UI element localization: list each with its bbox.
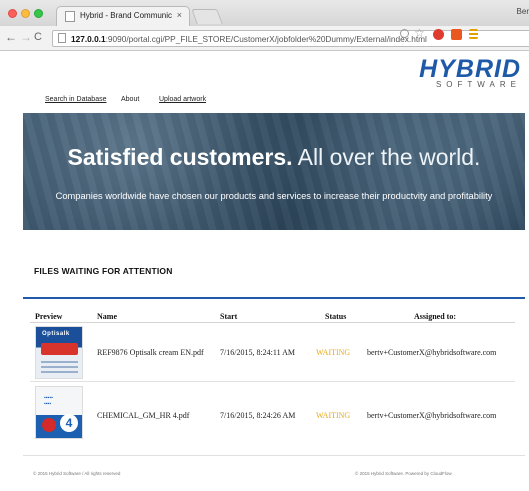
file-preview-thumbnail[interactable]: Optisalk [35, 326, 83, 379]
assigned-email: bertv+CustomerX@hybridsoftware.com [367, 411, 497, 420]
nav-search-database-link[interactable]: Search in Database [45, 96, 106, 103]
file-name-link[interactable]: REF9876 Optisalk cream EN.pdf [97, 348, 204, 357]
page-icon [58, 33, 66, 43]
browser-titlebar: Hybrid - Brand Communic × Ber [0, 0, 529, 26]
footer-divider [23, 455, 525, 456]
browser-toolbar: ← → C 127.0.0.1:9090/portal.cgi/PP_FILE_… [0, 26, 529, 51]
column-header-assigned: Assigned to: [414, 312, 457, 321]
tab-title: Hybrid - Brand Communic [80, 11, 173, 20]
menu-icon[interactable] [469, 29, 478, 39]
page-icon [65, 11, 75, 22]
reload-button[interactable]: C [34, 30, 42, 44]
hero-subtitle: Companies worldwide have chosen our prod… [55, 191, 493, 201]
status-badge: WAITING [316, 348, 351, 357]
start-time: 7/16/2015, 8:24:26 AM [220, 411, 296, 420]
thumbnail-red-circle [42, 418, 56, 432]
logo-sub-text: SOFTWARE [435, 80, 521, 89]
star-icon[interactable]: ☆ [414, 26, 425, 40]
new-tab-button[interactable] [191, 9, 223, 24]
footer-copyright: © 2015 Hybrid Software / All rights rese… [33, 471, 121, 476]
section-divider [23, 297, 525, 299]
thumbnail-number: 4 [60, 414, 78, 432]
url-text[interactable]: 127.0.0.1:9090/portal.cgi/PP_FILE_STORE/… [71, 34, 427, 44]
nav-about-link[interactable]: About [121, 96, 139, 103]
profile-button[interactable]: Ber [517, 7, 529, 16]
minimize-window-button[interactable] [21, 9, 30, 18]
file-name-link[interactable]: CHEMICAL_GM_HR 4.pdf [97, 411, 189, 420]
extension-icon[interactable] [451, 29, 462, 40]
url-host: 127.0.0.1 [71, 34, 106, 44]
close-window-button[interactable] [8, 9, 17, 18]
product-pack-shape [41, 343, 78, 355]
url-path: :9090/portal.cgi/PP_FILE_STORE/CustomerX… [105, 34, 427, 44]
column-header-name: Name [97, 312, 117, 321]
column-header-preview: Preview [35, 312, 63, 321]
status-badge: WAITING [316, 411, 351, 420]
hybrid-logo: HYBRID SOFTWARE [400, 55, 525, 90]
back-button[interactable]: ← [5, 30, 17, 44]
table-header-divider [30, 322, 515, 323]
thumbnail-text-line [41, 361, 78, 363]
thumbnail-text-block: ▪▪▪▪▪ ▪▪▪▪ [44, 395, 53, 407]
nav-upload-artwork-link[interactable]: Upload artwork [159, 96, 206, 103]
table-row-divider [30, 381, 515, 382]
forward-button[interactable]: → [20, 30, 32, 44]
footer-powered-by: © 2015 Hybrid Software. Powered by Cloud… [355, 471, 452, 476]
column-header-start: Start [220, 312, 238, 321]
assigned-email: bertv+CustomerX@hybridsoftware.com [367, 348, 497, 357]
thumbnail-brand-text: Optisalk [42, 331, 70, 337]
maximize-window-button[interactable] [34, 9, 43, 18]
start-time: 7/16/2015, 8:24:11 AM [220, 348, 296, 357]
thumbnail-text-line [41, 371, 78, 373]
hero-title-light: All over the world. [292, 144, 481, 170]
column-header-status: Status [325, 312, 347, 321]
section-title: FILES WAITING FOR ATTENTION [34, 266, 173, 276]
file-preview-thumbnail[interactable]: ▪▪▪▪▪ ▪▪▪▪ 4 [35, 386, 83, 439]
thumbnail-text-line [41, 366, 78, 368]
search-icon[interactable] [400, 29, 409, 38]
hero-title: Satisfied customers. All over the world. [23, 144, 525, 171]
hero-title-bold: Satisfied customers. [67, 144, 293, 170]
extension-icon[interactable] [433, 29, 444, 40]
browser-tab[interactable]: Hybrid - Brand Communic × [56, 6, 190, 26]
tab-close-icon[interactable]: × [177, 10, 182, 20]
hero-banner: Satisfied customers. All over the world.… [23, 113, 525, 230]
